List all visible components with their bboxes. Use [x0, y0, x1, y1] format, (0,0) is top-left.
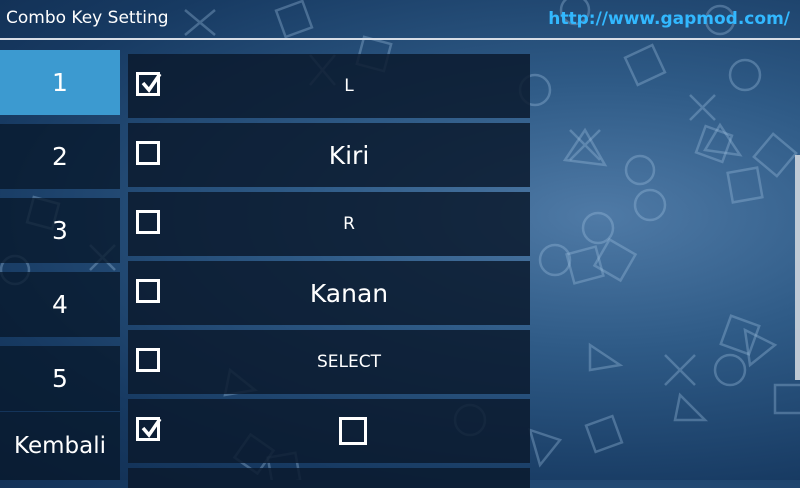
key-row-l[interactable]: L — [128, 54, 530, 118]
checkmark-icon — [141, 418, 162, 438]
key-l-checkbox[interactable] — [136, 72, 162, 96]
key-row-r[interactable]: R — [128, 192, 530, 256]
combo-slot-1-label: 1 — [52, 68, 68, 97]
back-button-label: Kembali — [14, 433, 106, 459]
combo-slot-5-label: 5 — [52, 364, 68, 393]
key-kanan-checkbox[interactable] — [136, 279, 160, 303]
combo-slot-3-label: 3 — [52, 216, 68, 245]
key-select-checkbox[interactable] — [136, 348, 160, 372]
key-row-next[interactable] — [128, 468, 530, 488]
combo-slot-2-tab[interactable]: 2 — [0, 124, 120, 189]
key-kiri-label: Kiri — [328, 140, 370, 170]
combo-slot-1-tab[interactable]: 1 — [0, 50, 120, 115]
key-row-square[interactable] — [128, 399, 530, 463]
key-kanan-label: Kanan — [309, 278, 389, 308]
key-select-label: SELECT — [317, 352, 381, 372]
site-url-link[interactable]: http://www.gapmod.com/ — [548, 9, 790, 29]
key-row-kanan[interactable]: Kanan — [128, 261, 530, 325]
key-square-checkbox[interactable] — [136, 417, 162, 441]
back-button[interactable]: Kembali — [0, 412, 120, 480]
combo-slot-5-tab[interactable]: 5 — [0, 346, 120, 411]
key-l-label: L — [344, 76, 354, 96]
key-r-checkbox[interactable] — [136, 210, 160, 234]
page-title: Combo Key Setting — [6, 8, 169, 28]
checkmark-icon — [141, 73, 162, 93]
key-row-kiri[interactable]: Kiri — [128, 123, 530, 187]
title-bar: Combo Key Setting http://www.gapmod.com/ — [0, 0, 800, 40]
key-kiri-checkbox[interactable] — [136, 141, 160, 165]
key-r-label: R — [343, 214, 355, 234]
combo-slot-4-tab[interactable]: 4 — [0, 272, 120, 337]
combo-slot-4-label: 4 — [52, 290, 68, 319]
square-button-icon — [339, 417, 367, 445]
combo-slot-2-label: 2 — [52, 142, 68, 171]
scrollbar[interactable] — [795, 155, 800, 380]
title-divider — [0, 38, 800, 40]
key-row-select[interactable]: SELECT — [128, 330, 530, 394]
combo-slot-3-tab[interactable]: 3 — [0, 198, 120, 263]
